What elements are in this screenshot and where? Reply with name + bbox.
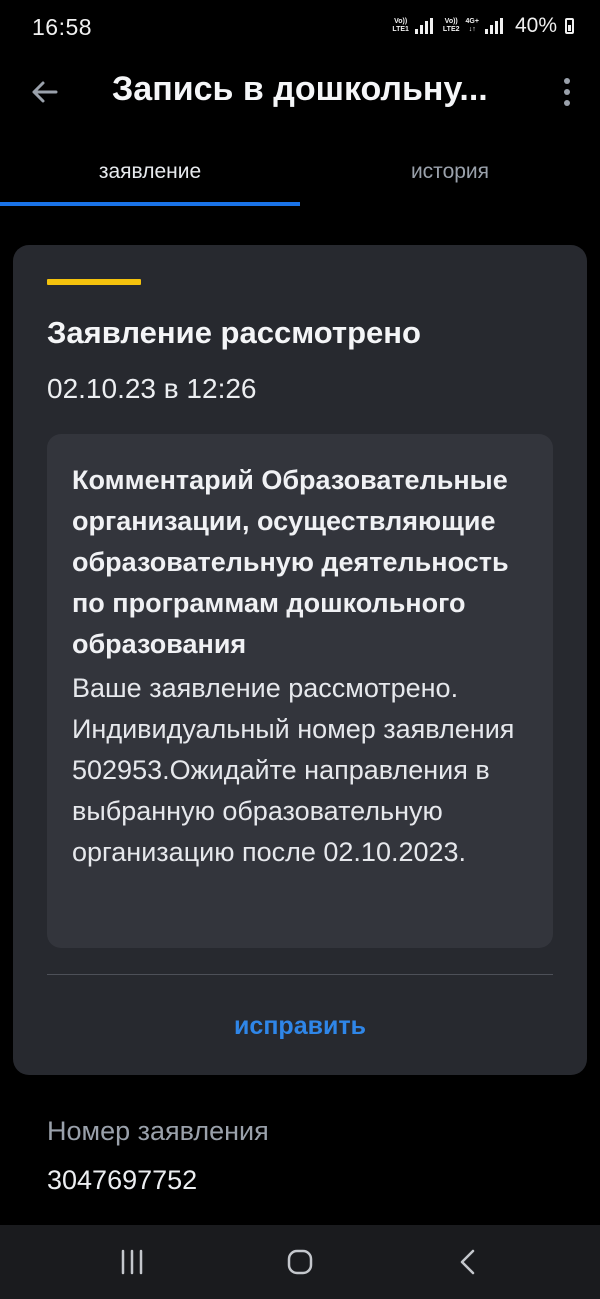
back-arrow-icon [32, 81, 58, 103]
signal-icon [484, 18, 503, 34]
back-button[interactable] [22, 70, 66, 114]
more-options-button[interactable] [552, 70, 582, 114]
battery-percent: 40% [514, 14, 557, 37]
app-bar: Запись в дошкольну... [0, 56, 600, 126]
signal-icon [414, 18, 433, 34]
active-tab-indicator [0, 202, 300, 206]
comment-box: Комментарий Образовательные организации,… [47, 434, 553, 948]
status-date: 02.10.23 в 12:26 [47, 373, 257, 404]
application-status-card: Заявление рассмотрено 02.10.23 в 12:26 К… [13, 245, 587, 1075]
status-bar: 16:58 Vo)) LTE1 Vo)) LTE2 4G+ ↓↑ 40% [0, 0, 600, 56]
recent-apps-icon [121, 1249, 143, 1275]
sim1-volte-indicator: Vo)) LTE1 [392, 18, 409, 33]
chevron-left-icon [460, 1249, 475, 1275]
network-type-indicator: 4G+ ↓↑ [465, 18, 479, 33]
fix-button[interactable]: исправить [47, 991, 553, 1061]
tab-bar: заявление история [0, 140, 600, 208]
back-nav-button[interactable] [438, 1237, 498, 1287]
home-button[interactable] [270, 1237, 330, 1287]
tab-history[interactable]: история [300, 140, 600, 204]
page-title: Запись в дошкольну... [112, 70, 488, 108]
more-vert-icon [564, 78, 570, 84]
battery-icon [565, 18, 574, 34]
recent-apps-button[interactable] [102, 1237, 162, 1287]
status-accent-line [47, 279, 141, 285]
application-number-label: Номер заявления [47, 1116, 269, 1146]
application-number-value: 3047697752 [47, 1165, 198, 1195]
system-navigation-bar [0, 1225, 600, 1299]
tab-application[interactable]: заявление [0, 140, 300, 204]
comment-title: Комментарий Образовательные организации,… [72, 465, 509, 659]
sim2-volte-indicator: Vo)) LTE2 [442, 18, 460, 33]
status-time: 16:58 [32, 14, 93, 40]
home-icon [287, 1249, 313, 1275]
comment-body: Ваше заявление рассмотрено. Индивидуальн… [72, 673, 515, 867]
status-title: Заявление рассмотрено [47, 315, 421, 350]
status-indicators: Vo)) LTE1 Vo)) LTE2 4G+ ↓↑ 40% [392, 14, 574, 38]
divider [47, 974, 553, 975]
